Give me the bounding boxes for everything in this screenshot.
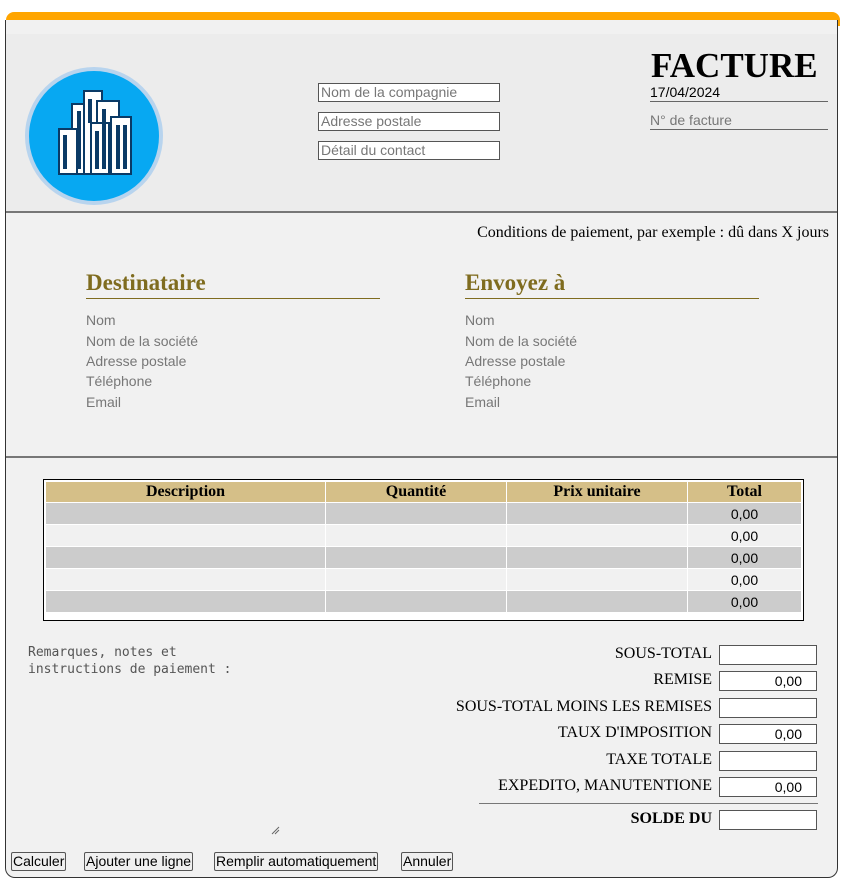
ship-to-phone[interactable]: Téléphone bbox=[465, 371, 531, 391]
total-cell: 0,00 bbox=[688, 525, 801, 546]
quantity-cell[interactable] bbox=[326, 547, 506, 568]
subtotal-label: SOUS-TOTAL bbox=[614, 645, 712, 662]
payment-terms[interactable]: Conditions de paiement, par exemple : dû… bbox=[477, 224, 829, 242]
unit-price-cell[interactable] bbox=[507, 525, 687, 546]
ship-to-heading: Envoyez à bbox=[465, 269, 759, 299]
shipping-label: EXPEDITO, MANUTENTIONE bbox=[498, 777, 712, 794]
invoice-header: Nom de la compagnie Adresse postale Déta… bbox=[6, 34, 837, 213]
recipient-heading: Destinataire bbox=[86, 269, 380, 299]
col-quantity: Quantité bbox=[326, 482, 506, 502]
balance-due-field[interactable] bbox=[719, 810, 817, 830]
subtotal-less-discount-label: SOUS-TOTAL MOINS LES REMISES bbox=[455, 698, 712, 715]
table-row: 0,00 bbox=[46, 569, 801, 590]
ship-to-company[interactable]: Nom de la société bbox=[465, 331, 577, 351]
description-cell[interactable] bbox=[46, 547, 325, 568]
subtotal-less-discount-field[interactable] bbox=[719, 698, 817, 718]
recipient-phone[interactable]: Téléphone bbox=[86, 371, 152, 391]
quantity-cell[interactable] bbox=[326, 591, 506, 612]
total-cell: 0,00 bbox=[688, 591, 801, 612]
company-logo[interactable] bbox=[25, 67, 163, 205]
resize-grip-icon[interactable] bbox=[270, 825, 280, 835]
invoice-title: FACTURE bbox=[651, 46, 818, 85]
col-unit-price: Prix unitaire bbox=[507, 482, 687, 502]
invoice-date-field[interactable]: 17/04/2024 bbox=[650, 83, 828, 102]
table-row: 0,00 bbox=[46, 503, 801, 524]
recipient-company[interactable]: Nom de la société bbox=[86, 331, 198, 351]
description-cell[interactable] bbox=[46, 503, 325, 524]
total-cell: 0,00 bbox=[688, 503, 801, 524]
ship-to-address[interactable]: Adresse postale bbox=[465, 351, 565, 371]
description-cell[interactable] bbox=[46, 525, 325, 546]
subtotal-field[interactable] bbox=[719, 645, 817, 665]
description-cell[interactable] bbox=[46, 591, 325, 612]
section-divider bbox=[6, 456, 837, 458]
ship-to-name[interactable]: Nom bbox=[465, 310, 495, 330]
description-cell[interactable] bbox=[46, 569, 325, 590]
add-line-button[interactable]: Ajouter une ligne bbox=[84, 852, 194, 871]
calculate-button[interactable]: Calculer bbox=[11, 852, 67, 871]
invoice-number-field[interactable]: N° de facture bbox=[650, 111, 828, 130]
buildings-icon bbox=[29, 71, 159, 201]
ship-to-email[interactable]: Email bbox=[465, 392, 500, 412]
quantity-cell[interactable] bbox=[326, 525, 506, 546]
total-tax-field[interactable] bbox=[719, 751, 817, 771]
invoice-frame: Nom de la compagnie Adresse postale Déta… bbox=[5, 20, 838, 878]
col-description: Description bbox=[46, 482, 325, 502]
discount-label: REMISE bbox=[653, 671, 712, 688]
unit-price-cell[interactable] bbox=[507, 569, 687, 590]
cancel-button[interactable]: Annuler bbox=[401, 852, 454, 871]
table-row: 0,00 bbox=[46, 591, 801, 612]
total-cell: 0,00 bbox=[688, 569, 801, 590]
company-name-field[interactable]: Nom de la compagnie bbox=[318, 83, 500, 102]
remarks-textarea[interactable]: Remarques, notes et instructions de paie… bbox=[28, 644, 278, 836]
unit-price-cell[interactable] bbox=[507, 547, 687, 568]
items-table: Description Quantité Prix unitaire Total… bbox=[43, 479, 804, 621]
balance-due-label: SOLDE DU bbox=[630, 810, 712, 827]
summary-divider bbox=[479, 803, 818, 804]
total-tax-label: TAXE TOTALE bbox=[606, 751, 712, 768]
table-row: 0,00 bbox=[46, 547, 801, 568]
unit-price-cell[interactable] bbox=[507, 503, 687, 524]
contact-detail-field[interactable]: Détail du contact bbox=[318, 141, 500, 160]
unit-price-cell[interactable] bbox=[507, 591, 687, 612]
shipping-field[interactable]: 0,00 bbox=[719, 777, 817, 797]
table-row: 0,00 bbox=[46, 525, 801, 546]
col-total: Total bbox=[688, 482, 801, 502]
autofill-button[interactable]: Remplir automatiquement bbox=[214, 852, 379, 871]
recipient-name[interactable]: Nom bbox=[86, 310, 116, 330]
recipient-email[interactable]: Email bbox=[86, 392, 121, 412]
quantity-cell[interactable] bbox=[326, 503, 506, 524]
tax-rate-label: TAUX D'IMPOSITION bbox=[557, 724, 712, 741]
recipient-address[interactable]: Adresse postale bbox=[86, 351, 186, 371]
postal-address-field[interactable]: Adresse postale bbox=[318, 112, 500, 131]
quantity-cell[interactable] bbox=[326, 569, 506, 590]
discount-field[interactable]: 0,00 bbox=[719, 671, 817, 691]
total-cell: 0,00 bbox=[688, 547, 801, 568]
tax-rate-field[interactable]: 0,00 bbox=[719, 724, 817, 744]
